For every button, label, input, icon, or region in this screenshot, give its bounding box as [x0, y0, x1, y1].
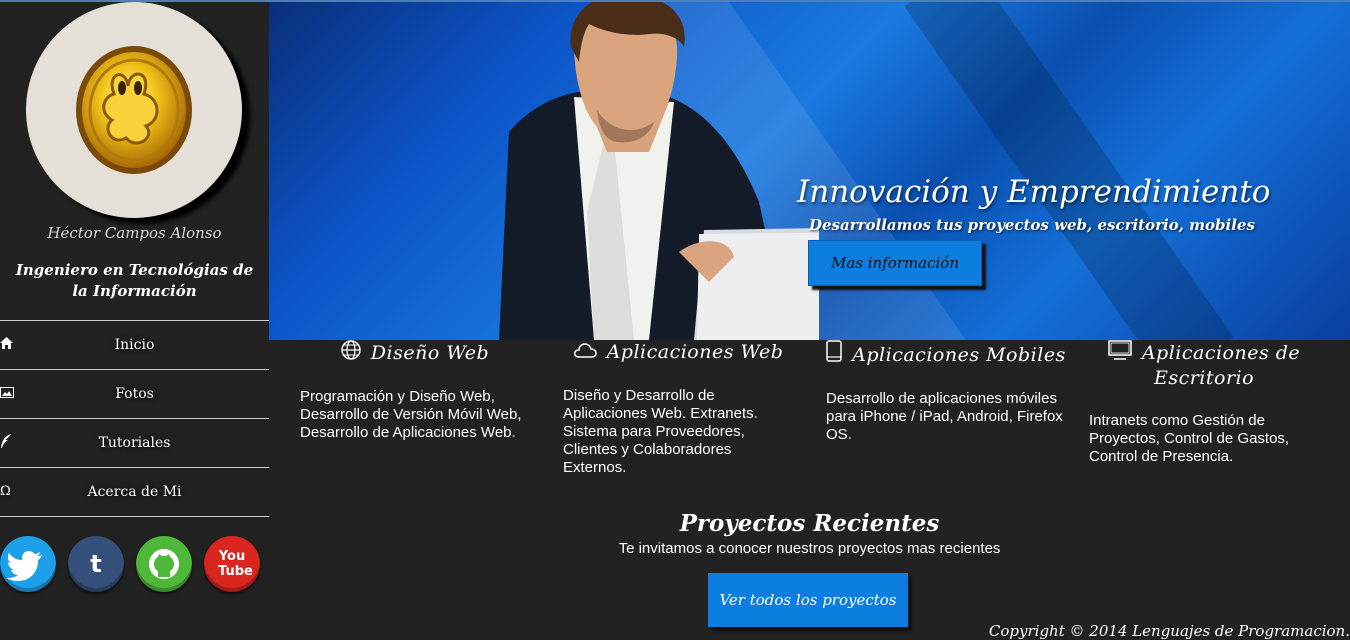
- service-web-apps: Aplicaciones Web Diseño y Desarrollo de …: [563, 340, 793, 477]
- service-description: Programación y Diseño Web, Desarrollo de…: [300, 388, 522, 441]
- feather-icon: [0, 419, 18, 467]
- hero-subtitle: Desarrollamos tus proyectos web, escrito…: [809, 216, 1255, 234]
- nav-label: Inicio: [114, 337, 155, 353]
- copyright-text: Copyright © 2014 Lenguajes de Programaci…: [988, 622, 1350, 640]
- nav-label: Acerca de Mi: [87, 484, 182, 500]
- image-icon: [0, 370, 18, 418]
- author-name: Héctor Campos Alonso: [47, 224, 222, 242]
- service-title: Aplicaciones Mobiles: [826, 340, 1066, 368]
- service-title: Aplicaciones de Escritorio: [1089, 340, 1319, 390]
- nav-item-tutoriales[interactable]: Tutoriales: [0, 419, 269, 468]
- service-description: Intranets como Gestión de Proyectos, Con…: [1089, 412, 1290, 465]
- globe-icon: [341, 340, 361, 366]
- service-web-design: Diseño Web Programación y Diseño Web, De…: [300, 340, 530, 442]
- projects-subtitle: Te invitamos a conocer nuestros proyecto…: [618, 540, 1001, 557]
- nav-item-acerca[interactable]: Ω Acerca de Mi: [0, 468, 269, 517]
- projects-title: Proyectos Recientes: [679, 510, 940, 537]
- service-title: Diseño Web: [300, 340, 530, 366]
- view-all-projects-button[interactable]: Ver todos los proyectos: [708, 573, 908, 627]
- phone-icon: [826, 340, 842, 368]
- main-nav: Inicio Fotos Tutoriales Ω Acerca de Mi: [0, 320, 269, 517]
- more-info-button[interactable]: Mas información: [808, 240, 982, 286]
- youtube-icon[interactable]: You Tube: [204, 536, 260, 592]
- tumblr-icon[interactable]: t: [68, 536, 124, 592]
- man-with-laptop-image: [499, 2, 819, 340]
- home-icon: [0, 321, 18, 369]
- nav-item-inicio[interactable]: Inicio: [0, 321, 269, 370]
- social-links: t You Tube: [0, 536, 269, 596]
- sidebar: Héctor Campos Alonso Ingeniero en Tecnol…: [0, 2, 269, 640]
- hero-banner: Innovación y Emprendimiento Desarrollamo…: [269, 2, 1350, 340]
- nav-label: Tutoriales: [98, 435, 171, 451]
- service-description: Diseño y Desarrollo de Aplicaciones Web.…: [563, 387, 758, 476]
- twitter-icon[interactable]: [0, 536, 56, 592]
- github-icon[interactable]: [136, 536, 192, 592]
- hero-title: Innovación y Emprendimiento: [797, 174, 1271, 210]
- service-desktop-apps: Aplicaciones de Escritorio Intranets com…: [1089, 340, 1319, 466]
- monitor-icon: [1108, 340, 1132, 366]
- cloud-icon: [573, 341, 597, 365]
- avatar: [26, 2, 242, 218]
- service-description: Desarrollo de aplicaciones móviles para …: [826, 390, 1063, 443]
- service-mobile-apps: Aplicaciones Mobiles Desarrollo de aplic…: [826, 340, 1066, 444]
- omega-icon: Ω: [0, 484, 11, 499]
- coin-logo-icon: [76, 46, 192, 174]
- service-title: Aplicaciones Web: [563, 340, 793, 365]
- profession-title: Ingeniero en Tecnológias de la Informaci…: [15, 261, 254, 300]
- nav-label: Fotos: [115, 386, 154, 402]
- hero-dark-stripe: [904, 2, 1234, 340]
- nav-item-fotos[interactable]: Fotos: [0, 370, 269, 419]
